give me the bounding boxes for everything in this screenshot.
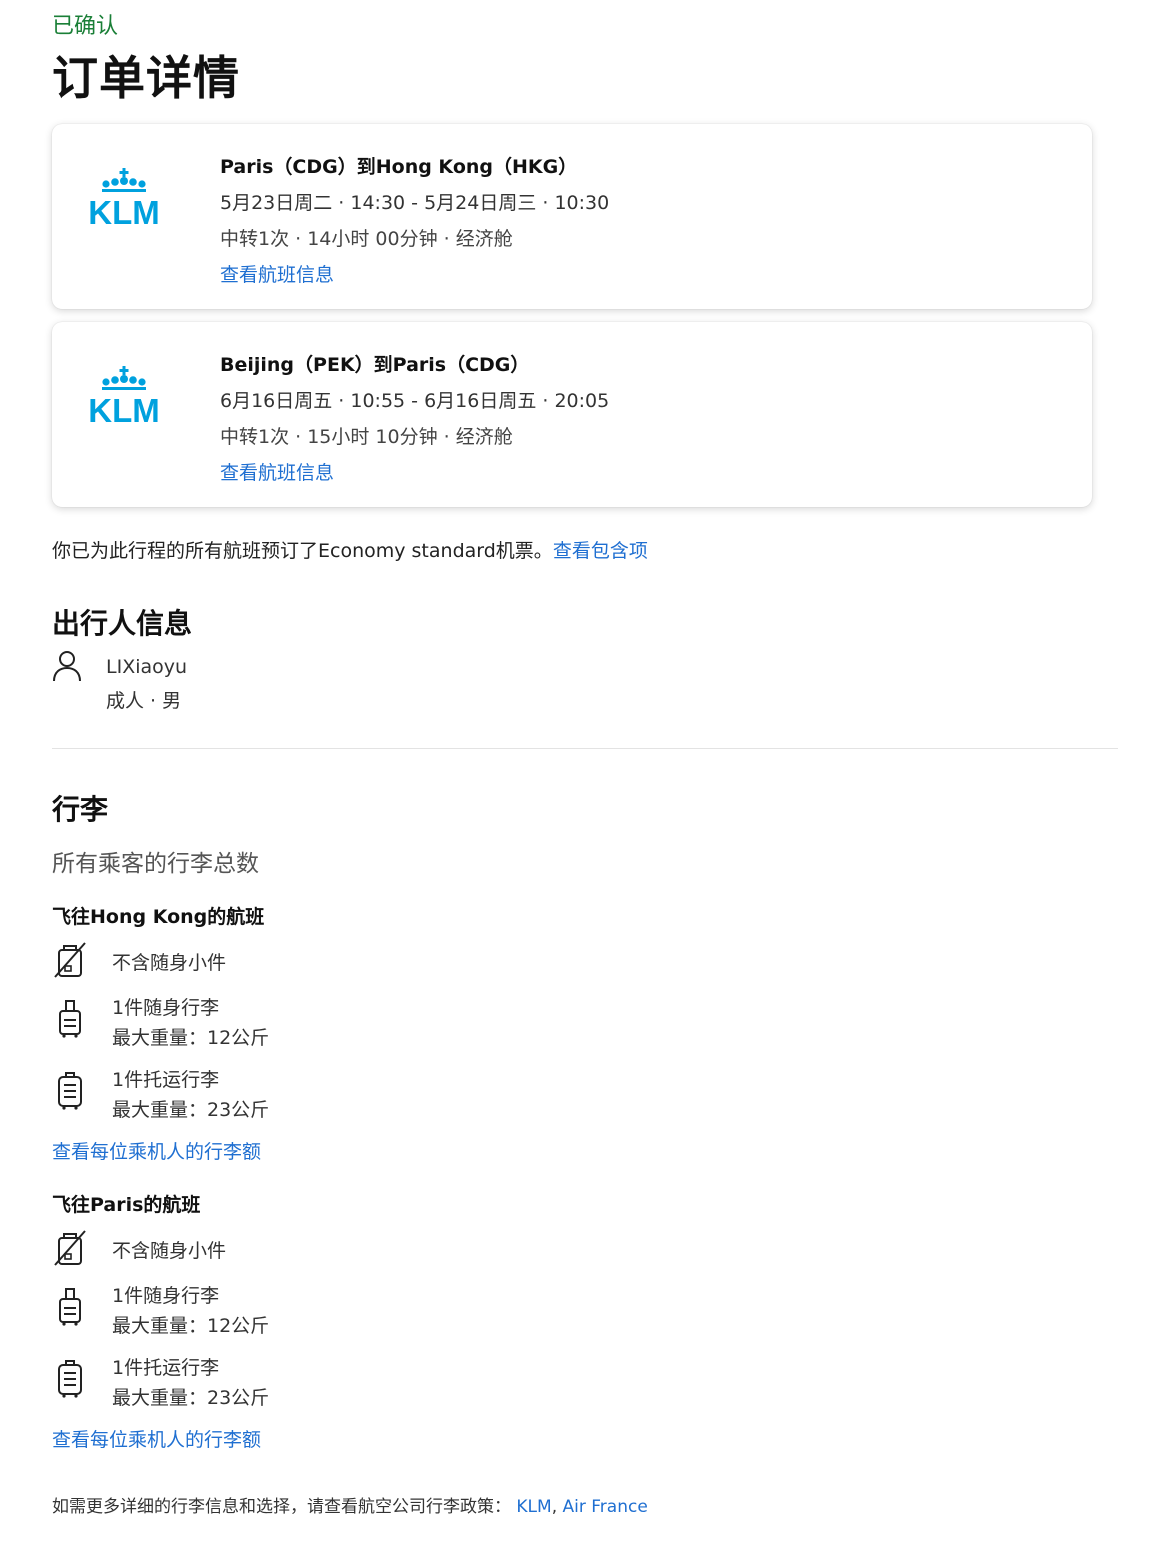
baggage-subtitle: 所有乘客的行李总数 bbox=[52, 851, 259, 877]
divider bbox=[52, 748, 1118, 749]
view-flight-info-link[interactable]: 查看航班信息 bbox=[220, 458, 334, 485]
fare-note-text: 你已为此行程的所有航班预订了Economy standard机票。 bbox=[52, 540, 553, 562]
baggage-item-line1: 不含随身小件 bbox=[112, 952, 227, 974]
baggage-group-heading: 飞往Hong Kong的航班 bbox=[52, 906, 265, 928]
carry-on-bag-icon bbox=[59, 1288, 81, 1326]
view-baggage-allowance-link[interactable]: 查看每位乘机人的行李额 bbox=[52, 1137, 261, 1164]
baggage-item-line1: 1件托运行李 bbox=[112, 1357, 220, 1379]
baggage-item-line2: 最大重量：23公斤 bbox=[112, 1387, 270, 1409]
klm-logo: KLM bbox=[88, 366, 160, 426]
logo-text: KLM bbox=[88, 194, 159, 228]
view-inclusions-link[interactable]: 查看包含项 bbox=[553, 540, 648, 562]
flight-card: KLM Beijing（PEK）到Paris（CDG） 6月16日周五 · 10… bbox=[52, 322, 1092, 507]
baggage-policy-text: 如需更多详细的行李信息和选择，请查看航空公司行李政策： bbox=[52, 1497, 511, 1517]
passenger-section-title: 出行人信息 bbox=[52, 607, 193, 640]
no-personal-item-icon bbox=[54, 942, 86, 978]
baggage-item-line2: 最大重量：23公斤 bbox=[112, 1099, 270, 1121]
flight-meta: 中转1次 · 15小时 10分钟 · 经济舱 bbox=[220, 426, 513, 448]
baggage-group-heading: 飞往Paris的航班 bbox=[52, 1194, 201, 1216]
checked-bag-icon bbox=[58, 1360, 82, 1398]
flight-times: 5月23日周二 · 14:30 - 5月24日周三 · 10:30 bbox=[220, 192, 610, 214]
baggage-item-line2: 最大重量：12公斤 bbox=[112, 1027, 270, 1049]
air-france-policy-link[interactable]: Air France bbox=[563, 1497, 648, 1517]
flight-meta: 中转1次 · 14小时 00分钟 · 经济舱 bbox=[220, 228, 513, 250]
no-personal-item-icon bbox=[54, 1230, 86, 1266]
carry-on-bag-icon bbox=[59, 1000, 81, 1038]
flight-times: 6月16日周五 · 10:55 - 6月16日周五 · 20:05 bbox=[220, 390, 610, 412]
view-baggage-allowance-link[interactable]: 查看每位乘机人的行李额 bbox=[52, 1425, 261, 1452]
baggage-item-line1: 不含随身小件 bbox=[112, 1240, 227, 1262]
klm-policy-link[interactable]: KLM bbox=[516, 1497, 551, 1517]
view-flight-info-link[interactable]: 查看航班信息 bbox=[220, 260, 334, 287]
passenger-type: 成人 · 男 bbox=[106, 690, 182, 712]
klm-logo: KLM bbox=[88, 168, 160, 228]
flight-route: Paris（CDG）到Hong Kong（HKG） bbox=[220, 156, 578, 178]
baggage-item-line1: 1件随身行李 bbox=[112, 1285, 220, 1307]
baggage-item-line1: 1件托运行李 bbox=[112, 1069, 220, 1091]
flight-route: Beijing（PEK）到Paris（CDG） bbox=[220, 354, 530, 376]
passenger-name: LIXiaoyu bbox=[106, 656, 188, 678]
logo-text: KLM bbox=[88, 392, 159, 426]
baggage-item-line1: 1件随身行李 bbox=[112, 997, 220, 1019]
baggage-section-title: 行李 bbox=[52, 793, 109, 826]
page-title: 订单详情 bbox=[52, 51, 240, 105]
baggage-item-line2: 最大重量：12公斤 bbox=[112, 1315, 270, 1337]
checked-bag-icon bbox=[58, 1072, 82, 1110]
link-separator: , bbox=[551, 1497, 563, 1517]
flight-card: KLM Paris（CDG）到Hong Kong（HKG） 5月23日周二 · … bbox=[52, 124, 1092, 309]
baggage-policy-note: 如需更多详细的行李信息和选择，请查看航空公司行李政策： KLM, Air Fra… bbox=[52, 1492, 648, 1517]
booking-status: 已确认 bbox=[52, 14, 119, 39]
fare-note: 你已为此行程的所有航班预订了Economy standard机票。查看包含项 bbox=[52, 536, 648, 563]
person-icon bbox=[53, 651, 81, 682]
